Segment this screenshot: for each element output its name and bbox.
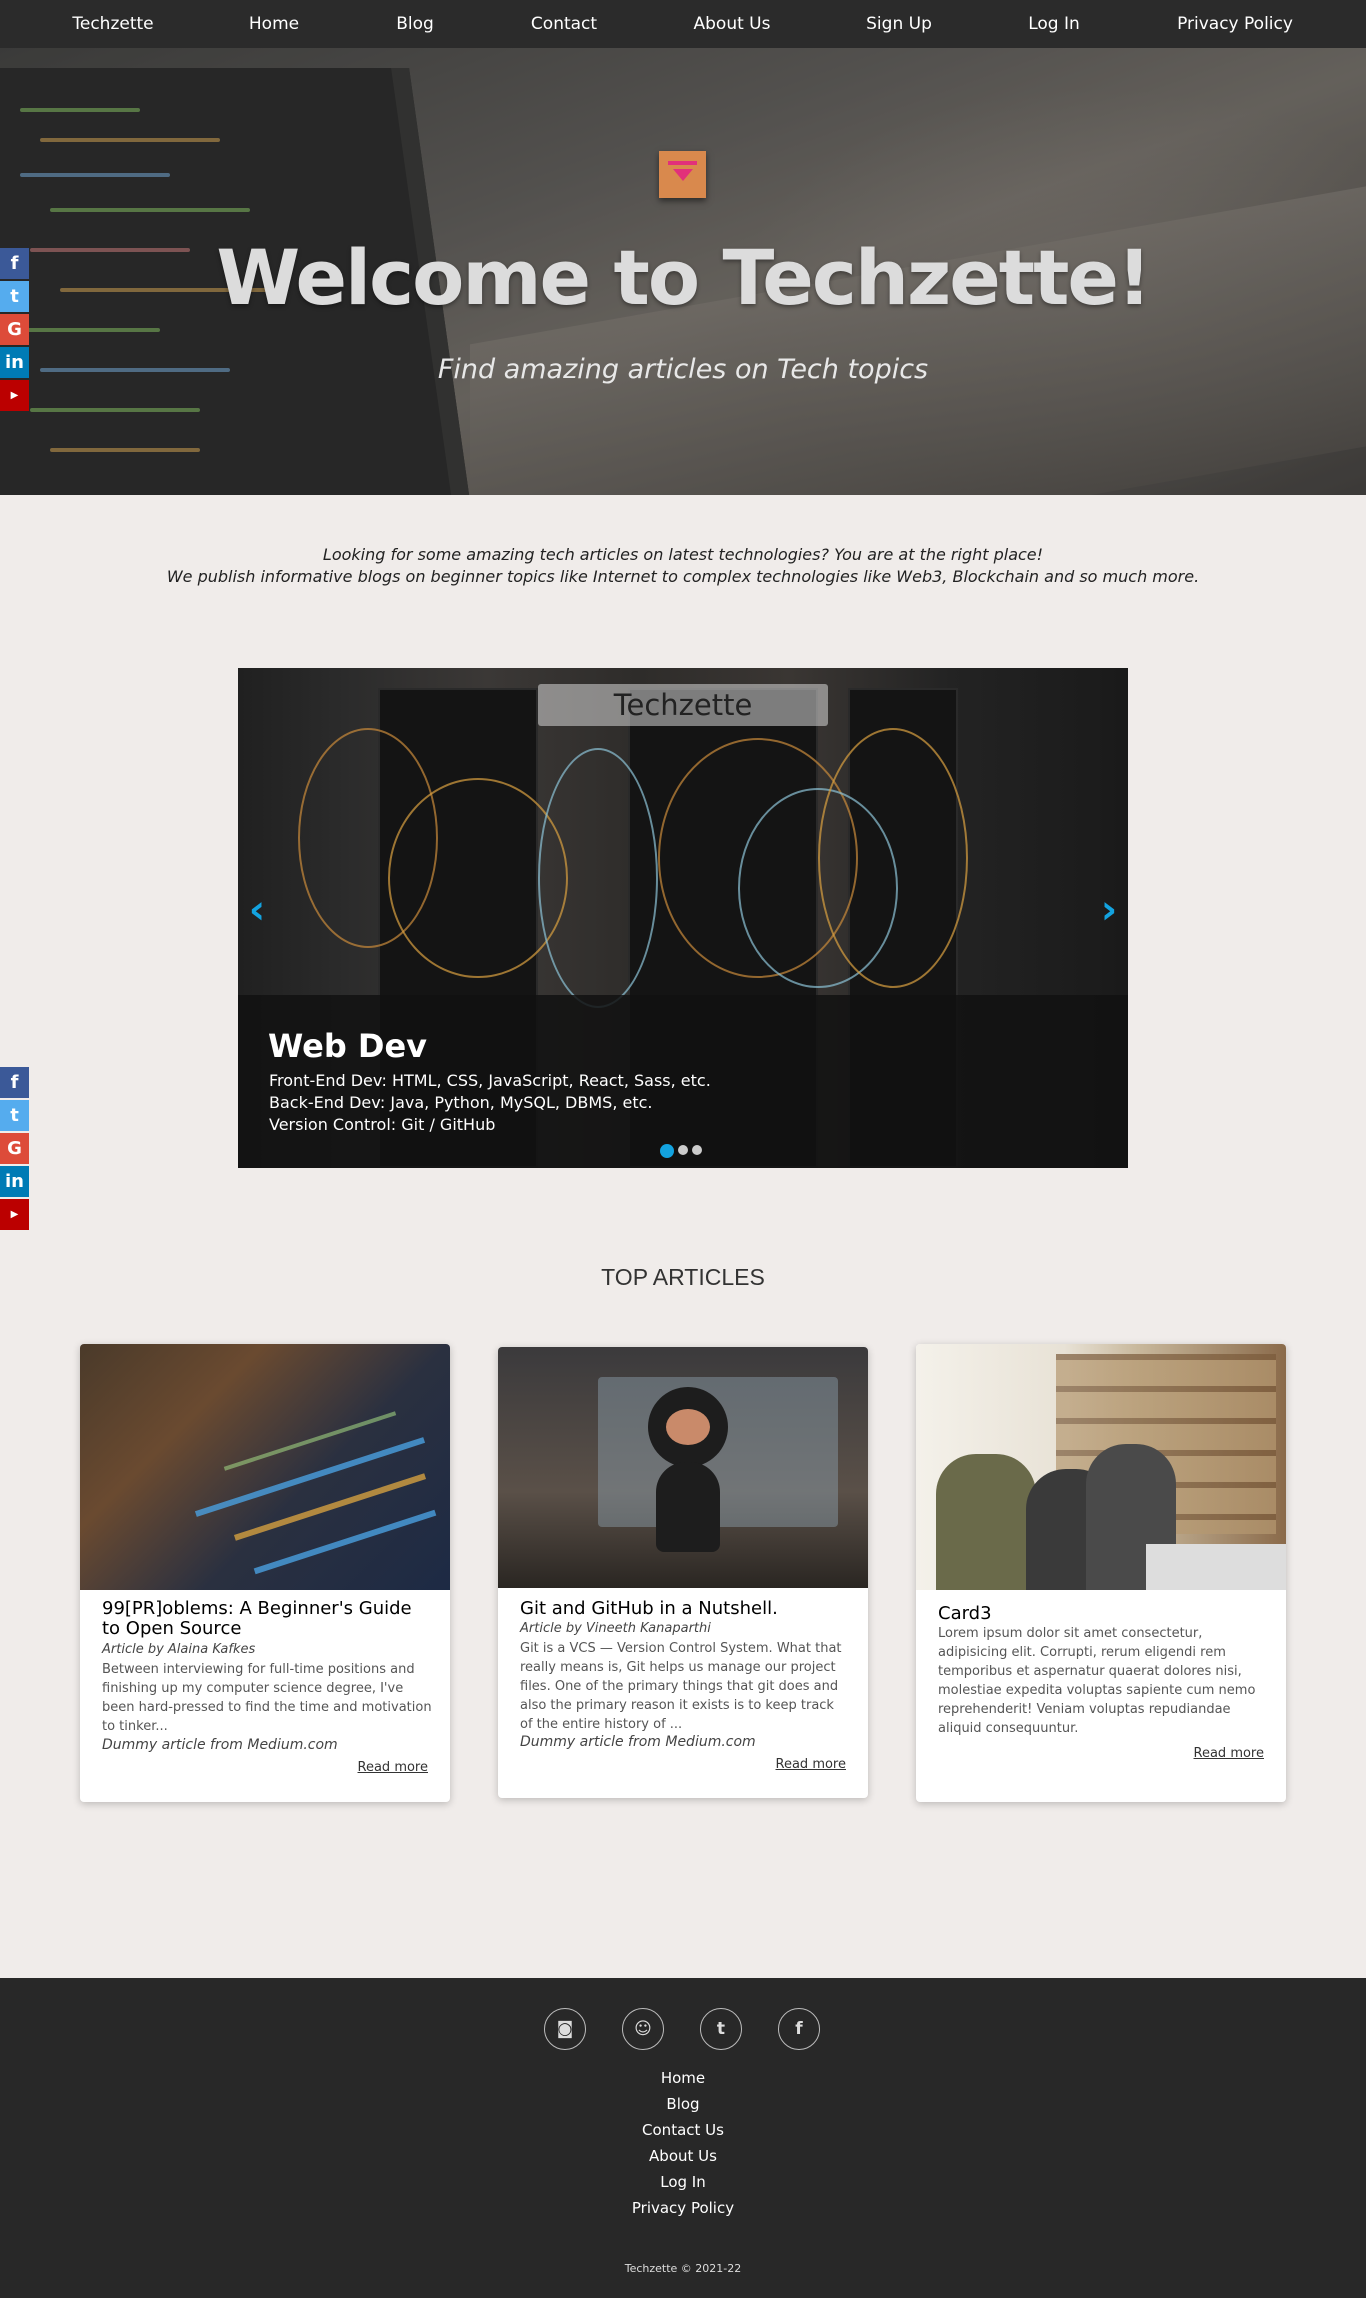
nav-contact[interactable]: Contact — [531, 0, 597, 48]
facebook-icon[interactable]: f — [0, 248, 29, 279]
instagram-icon[interactable]: ◙ — [544, 2008, 586, 2050]
nav-sign-up[interactable]: Sign Up — [866, 0, 932, 48]
facebook-icon[interactable]: f — [778, 2008, 820, 2050]
article-card-1[interactable]: 99[PR]oblems: A Beginner's Guide to Open… — [80, 1344, 450, 1802]
google-icon[interactable]: G — [0, 314, 29, 345]
twitter-icon[interactable]: t — [0, 1100, 29, 1131]
article-2-image — [498, 1347, 868, 1588]
footer-link-log-in[interactable]: Log In — [660, 2173, 706, 2191]
youtube-icon[interactable]: ▶ — [0, 1199, 29, 1230]
linkedin-icon[interactable]: in — [0, 347, 29, 378]
youtube-icon[interactable]: ▶ — [0, 380, 29, 411]
article-1-text: Between interviewing for full-time posit… — [102, 1662, 432, 1734]
carousel-next-chevron-icon[interactable]: › — [1094, 890, 1124, 930]
footer-link-contact-us[interactable]: Contact Us — [642, 2121, 724, 2139]
carousel-dot-3[interactable] — [692, 1145, 702, 1155]
article-2-author: Article by Vineeth Kanaparthi — [520, 1621, 711, 1636]
nav-blog[interactable]: Blog — [396, 0, 434, 48]
social-sidebar-top: f t G in ▶ — [0, 248, 29, 413]
nav-about-us[interactable]: About Us — [694, 0, 771, 48]
carousel-line-2: Back-End Dev: Java, Python, MySQL, DBMS,… — [269, 1093, 653, 1112]
social-sidebar-bottom: f t G in ▶ — [0, 1067, 29, 1232]
article-3-read-more-link[interactable]: Read more — [1194, 1746, 1264, 1761]
nav-log-in[interactable]: Log In — [1028, 0, 1080, 48]
twitter-icon[interactable]: t — [700, 2008, 742, 2050]
hero-subtitle: Find amazing articles on Tech topics — [437, 354, 929, 385]
article-card-2[interactable]: Git and GitHub in a Nutshell. Article by… — [498, 1347, 868, 1798]
linkedin-icon[interactable]: in — [0, 1166, 29, 1197]
article-2-read-more-link[interactable]: Read more — [776, 1757, 846, 1772]
article-1-image — [80, 1344, 450, 1590]
carousel-heading: Web Dev — [268, 1027, 428, 1065]
article-card-3[interactable]: Card3 Lorem ipsum dolor sit amet consect… — [916, 1344, 1286, 1802]
copyright: Techzette © 2021-22 — [624, 2262, 742, 2275]
nav-brand[interactable]: Techzette — [72, 0, 153, 48]
footer-link-about-us[interactable]: About Us — [649, 2147, 717, 2165]
carousel-indicators — [660, 1140, 706, 1159]
carousel-dot-1[interactable] — [660, 1143, 674, 1158]
article-3-title[interactable]: Card3 — [938, 1604, 1268, 1624]
intro-line-1: Looking for some amazing tech articles o… — [322, 545, 1044, 564]
article-1-author: Article by Alaina Kafkes — [102, 1642, 256, 1657]
nav-privacy-policy[interactable]: Privacy Policy — [1177, 0, 1293, 48]
footer-link-home[interactable]: Home — [661, 2069, 705, 2087]
techzette-logo — [659, 151, 706, 198]
snapchat-icon[interactable]: ☺ — [622, 2008, 664, 2050]
article-2-title[interactable]: Git and GitHub in a Nutshell. — [520, 1599, 850, 1619]
intro-line-2: We publish informative blogs on beginner… — [166, 567, 1200, 586]
carousel-line-1: Front-End Dev: HTML, CSS, JavaScript, Re… — [269, 1071, 711, 1090]
twitter-icon[interactable]: t — [0, 281, 29, 312]
article-3-text: Lorem ipsum dolor sit amet consectetur, … — [938, 1626, 1256, 1736]
article-2-source: Dummy article from Medium.com — [520, 1734, 756, 1750]
carousel-prev-chevron-icon[interactable]: ‹ — [242, 890, 272, 930]
carousel-dot-2[interactable] — [678, 1145, 688, 1155]
hero-banner: Welcome to Techzette! Find amazing artic… — [0, 48, 1366, 495]
google-icon[interactable]: G — [0, 1133, 29, 1164]
article-1-read-more-link[interactable]: Read more — [358, 1760, 428, 1775]
article-2-text: Git is a VCS — Version Control System. W… — [520, 1641, 842, 1732]
nav-home[interactable]: Home — [249, 0, 299, 48]
carousel-title: Techzette — [538, 684, 828, 726]
intro-text: Looking for some amazing tech articles o… — [0, 544, 1366, 588]
top-articles-heading: TOP ARTICLES — [601, 1264, 765, 1290]
carousel: Techzette ‹ › Web Dev Front-End Dev: HTM… — [238, 668, 1128, 1168]
carousel-line-3: Version Control: Git / GitHub — [269, 1115, 496, 1134]
article-1-source: Dummy article from Medium.com — [102, 1737, 338, 1753]
footer-link-privacy-policy[interactable]: Privacy Policy — [632, 2199, 734, 2217]
top-navbar: Techzette Home Blog Contact About Us Sig… — [0, 0, 1366, 48]
facebook-icon[interactable]: f — [0, 1067, 29, 1098]
article-1-title[interactable]: 99[PR]oblems: A Beginner's Guide to Open… — [102, 1599, 432, 1639]
footer: ◙ ☺ t f Home Blog Contact Us About Us Lo… — [0, 1978, 1366, 2298]
footer-link-blog[interactable]: Blog — [666, 2095, 699, 2113]
article-3-image — [916, 1344, 1286, 1590]
hero-title: Welcome to Techzette! — [216, 233, 1151, 322]
